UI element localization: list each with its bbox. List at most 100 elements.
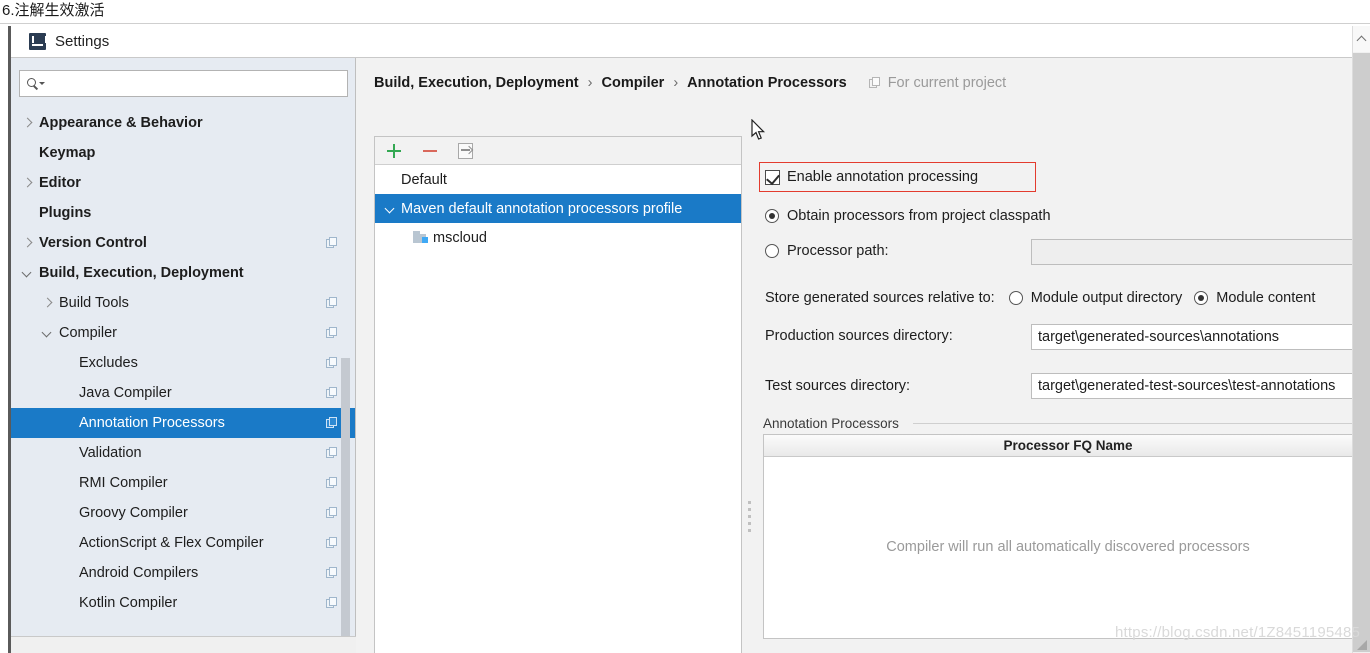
chevron-down-icon[interactable] bbox=[41, 327, 54, 340]
module-folder-icon bbox=[413, 231, 429, 244]
copy-settings-icon bbox=[326, 537, 338, 549]
processors-table-header: Processor FQ Name bbox=[764, 435, 1370, 457]
copy-settings-icon bbox=[868, 76, 882, 90]
processors-table-empty-message: Compiler will run all automatically disc… bbox=[886, 539, 1250, 555]
resize-grip-icon[interactable] bbox=[1354, 637, 1368, 651]
sidebar-item-excludes[interactable]: Excludes bbox=[11, 348, 356, 378]
sidebar-item-label: RMI Compiler bbox=[79, 475, 168, 491]
chevron-down-icon[interactable] bbox=[383, 202, 397, 216]
test-sources-label-row: Test sources directory: bbox=[765, 378, 910, 394]
chevron-down-icon[interactable] bbox=[21, 267, 34, 280]
scope-label: For current project bbox=[887, 75, 1007, 91]
chevron-right-icon[interactable] bbox=[21, 117, 34, 130]
sidebar-item-label: Version Control bbox=[39, 235, 147, 251]
sidebar-item-version-control[interactable]: Version Control bbox=[11, 228, 356, 258]
sidebar-item-java-compiler[interactable]: Java Compiler bbox=[11, 378, 356, 408]
screenshot-root: 6.注解生效激活 Settings Appearance & Behavior K… bbox=[0, 0, 1370, 653]
annotation-processors-group-label: Annotation Processors bbox=[763, 416, 907, 431]
copy-settings-icon bbox=[326, 417, 338, 429]
profile-row[interactable]: Default bbox=[375, 165, 741, 194]
sidebar-item-build-tools[interactable]: Build Tools bbox=[11, 288, 356, 318]
panel-splitter[interactable] bbox=[745, 136, 755, 653]
sidebar-item-appearance-behavior[interactable]: Appearance & Behavior bbox=[11, 108, 356, 138]
obtain-from-classpath-radio[interactable] bbox=[765, 209, 779, 223]
page-scrollbar[interactable] bbox=[1352, 26, 1370, 653]
chevron-right-icon[interactable] bbox=[21, 237, 34, 250]
breadcrumb-separator: › bbox=[673, 75, 679, 91]
store-relative-label: Store generated sources relative to: bbox=[765, 290, 995, 306]
obtain-from-classpath-label: Obtain processors from project classpath bbox=[787, 208, 1051, 224]
copy-settings-icon bbox=[326, 357, 338, 369]
sidebar-item-label: Annotation Processors bbox=[79, 415, 225, 431]
sidebar-item-validation[interactable]: Validation bbox=[11, 438, 356, 468]
processor-path-row[interactable]: Processor path: bbox=[765, 243, 889, 259]
breadcrumb-item-0[interactable]: Build, Execution, Deployment bbox=[374, 75, 579, 91]
obtain-from-classpath-row[interactable]: Obtain processors from project classpath bbox=[765, 208, 1051, 224]
processor-path-input[interactable] bbox=[1031, 239, 1370, 265]
scope-indicator: For current project bbox=[868, 75, 1007, 91]
profile-row[interactable]: mscloud bbox=[375, 223, 741, 252]
profiles-panel: Default Maven default annotation processo… bbox=[374, 136, 742, 653]
page-heading: 6.注解生效激活 bbox=[2, 2, 105, 19]
chevron-right-icon[interactable] bbox=[21, 177, 34, 190]
sidebar-item-label: ActionScript & Flex Compiler bbox=[79, 535, 264, 551]
sidebar-item-plugins[interactable]: Plugins bbox=[11, 198, 356, 228]
enable-annotation-processing-label: Enable annotation processing bbox=[787, 169, 979, 185]
store-relative-row: Store generated sources relative to: Mod… bbox=[765, 290, 1315, 306]
sidebar-item-groovy-compiler[interactable]: Groovy Compiler bbox=[11, 498, 356, 528]
profile-row-label: mscloud bbox=[433, 229, 487, 246]
breadcrumb-separator: › bbox=[587, 75, 593, 91]
sidebar-item-rmi-compiler[interactable]: RMI Compiler bbox=[11, 468, 356, 498]
module-output-directory-radio[interactable] bbox=[1008, 291, 1023, 305]
sidebar-item-android-compilers[interactable]: Android Compilers bbox=[11, 558, 356, 588]
sidebar-item-label: Plugins bbox=[39, 205, 92, 221]
settings-tree: Appearance & Behavior Keymap Editor Plugins… bbox=[11, 108, 356, 653]
production-sources-input[interactable]: target\generated-sources\annotations bbox=[1031, 324, 1370, 350]
profile-row[interactable]: Maven default annotation processors prof… bbox=[375, 194, 741, 223]
module-output-directory-label: Module output directory bbox=[1030, 290, 1183, 306]
profiles-list: Default Maven default annotation processo… bbox=[375, 165, 741, 252]
remove-profile-button[interactable] bbox=[420, 141, 440, 161]
watermark: https://blog.csdn.net/1Z8451195485 bbox=[1115, 624, 1361, 641]
processor-path-radio[interactable] bbox=[765, 244, 779, 258]
breadcrumb-item-1[interactable]: Compiler bbox=[601, 75, 664, 91]
copy-settings-icon bbox=[326, 567, 338, 579]
copy-settings-icon bbox=[326, 297, 338, 309]
breadcrumb: Build, Execution, Deployment › Compiler … bbox=[374, 75, 1006, 91]
add-profile-button[interactable] bbox=[384, 141, 404, 161]
sidebar-item-label: Kotlin Compiler bbox=[79, 595, 178, 611]
test-sources-label: Test sources directory: bbox=[765, 378, 911, 394]
sidebar-item-compiler[interactable]: Compiler bbox=[11, 318, 356, 348]
sidebar-item-build-execution-deployment[interactable]: Build, Execution, Deployment bbox=[11, 258, 356, 288]
group-rule bbox=[913, 423, 1370, 424]
sidebar-scrollbar-thumb[interactable] bbox=[341, 358, 350, 652]
module-content-radio[interactable] bbox=[1194, 291, 1209, 305]
move-to-icon[interactable] bbox=[456, 141, 476, 161]
sidebar-item-label: Groovy Compiler bbox=[79, 505, 188, 521]
search-input[interactable] bbox=[19, 70, 348, 97]
sidebar-item-annotation-processors[interactable]: Annotation Processors bbox=[11, 408, 356, 438]
intellij-idea-icon bbox=[29, 33, 47, 50]
page-scrollbar-thumb[interactable] bbox=[1353, 53, 1370, 652]
sidebar-item-keymap[interactable]: Keymap bbox=[11, 138, 356, 168]
scroll-up-button[interactable] bbox=[1353, 26, 1370, 52]
settings-content: Build, Execution, Deployment › Compiler … bbox=[356, 57, 1370, 653]
copy-settings-icon bbox=[326, 477, 338, 489]
sidebar-item-kotlin-compiler[interactable]: Kotlin Compiler bbox=[11, 588, 356, 618]
test-sources-input[interactable]: target\generated-test-sources\test-annot… bbox=[1031, 373, 1370, 399]
chevron-right-icon[interactable] bbox=[41, 297, 54, 310]
processors-table[interactable]: Processor FQ Name Compiler will run all … bbox=[763, 434, 1370, 639]
settings-sidebar: Appearance & Behavior Keymap Editor Plugins… bbox=[11, 57, 356, 653]
enable-annotation-processing-row[interactable]: Enable annotation processing bbox=[765, 169, 978, 185]
sidebar-item-actionscript-flex-compiler[interactable]: ActionScript & Flex Compiler bbox=[11, 528, 356, 558]
search-icon bbox=[27, 77, 46, 91]
enable-annotation-processing-checkbox[interactable] bbox=[765, 169, 780, 185]
sidebar-item-editor[interactable]: Editor bbox=[11, 168, 356, 198]
sidebar-item-label: Android Compilers bbox=[79, 565, 199, 581]
